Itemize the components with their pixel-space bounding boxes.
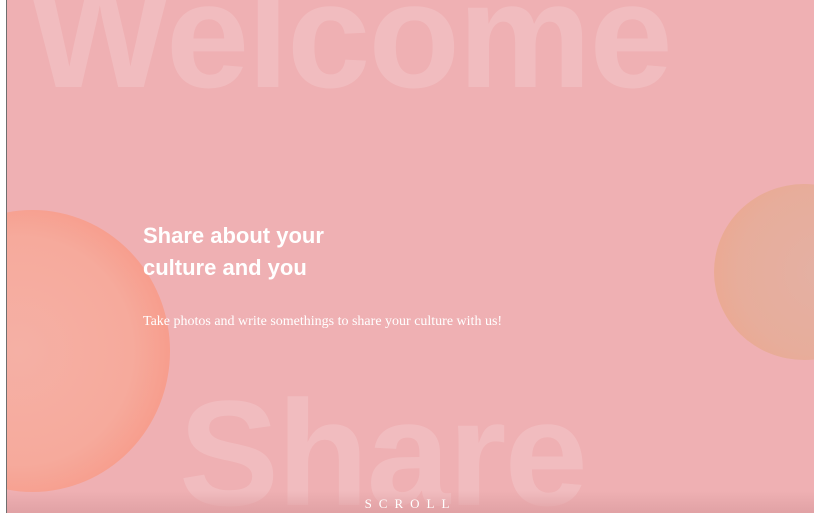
decorative-circle-right [714,184,814,360]
hero-headline-line-1: Share about your [143,223,324,248]
hero-section: Welcome Share Share about your culture a… [7,0,814,513]
background-word-welcome: Welcome [29,0,673,119]
hero-headline-line-2: culture and you [143,255,307,280]
hero-headline: Share about your culture and you [143,220,324,284]
scroll-indicator[interactable]: SCROLL [7,496,814,512]
hero-subtext: Take photos and write somethings to shar… [143,314,503,329]
